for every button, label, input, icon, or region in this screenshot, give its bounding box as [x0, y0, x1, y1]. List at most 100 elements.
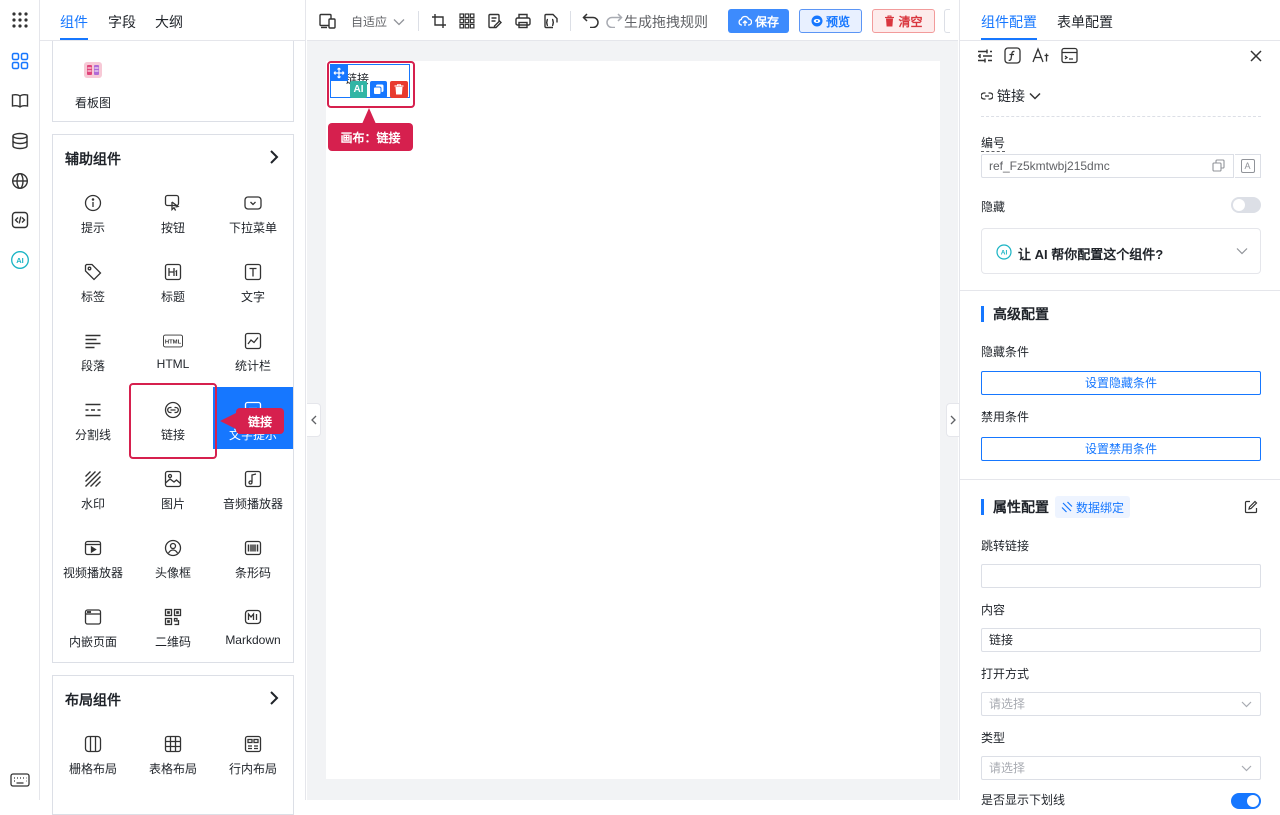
database-icon[interactable]: [9, 130, 31, 152]
text-style-icon[interactable]: [1032, 47, 1050, 64]
copy-icon[interactable]: [1212, 159, 1225, 172]
ai-config-button[interactable]: AI: [350, 81, 367, 98]
code-icon[interactable]: [9, 209, 31, 231]
iframe-icon: [83, 607, 103, 627]
id-input[interactable]: ref_Fz5kmtwbj215dmc: [981, 154, 1234, 178]
redo-icon[interactable]: [605, 12, 623, 28]
tab-outline[interactable]: 大纲: [155, 12, 183, 32]
editor-toolbar: 自适应 生成拖拽规则 保存 预览 清空: [307, 0, 958, 41]
component-barcode[interactable]: 条形码: [213, 525, 293, 587]
function-icon[interactable]: [1004, 47, 1021, 64]
set-hide-condition-button[interactable]: 设置隐藏条件: [981, 371, 1261, 395]
apps-grid-icon[interactable]: [9, 9, 31, 31]
id-format-button[interactable]: A: [1235, 154, 1261, 178]
chevron-right-icon[interactable]: [267, 690, 281, 706]
svg-text:HTML: HTML: [165, 339, 182, 345]
component-statistic[interactable]: 统计栏: [213, 318, 293, 380]
component-image[interactable]: 图片: [133, 456, 213, 518]
trash-icon: [885, 15, 895, 27]
ai-assistant-icon: AI: [996, 244, 1012, 260]
grid-layout-icon: [83, 734, 103, 754]
component-markdown[interactable]: Markdown: [213, 594, 293, 656]
chevron-right-icon[interactable]: [267, 149, 281, 165]
form-canvas[interactable]: 链接 AI 画布：链接: [326, 61, 940, 779]
table-layout-icon: [163, 734, 183, 754]
crop-icon[interactable]: [431, 13, 447, 29]
delete-icon[interactable]: [390, 81, 408, 98]
tab-fields[interactable]: 字段: [108, 12, 136, 32]
data-binding-label: 数据绑定: [1076, 500, 1125, 515]
chevron-down-icon: [1236, 247, 1248, 255]
url-label: 跳转链接: [981, 539, 1030, 553]
component-table-layout[interactable]: 表格布局: [133, 721, 213, 783]
tab-component-config[interactable]: 组件配置: [981, 12, 1037, 32]
component-iframe[interactable]: 内嵌页面: [53, 594, 133, 656]
generate-rules-button[interactable]: 生成拖拽规则: [624, 12, 708, 32]
terminal-icon[interactable]: [1061, 47, 1078, 64]
component-watermark[interactable]: 水印: [53, 456, 133, 518]
component-label: 栅格布局: [68, 762, 117, 776]
component-tag[interactable]: 标签: [53, 249, 133, 311]
component-qrcode[interactable]: 二维码: [133, 594, 213, 656]
component-type-label: 链接: [997, 88, 1025, 104]
component-heading[interactable]: 标题: [133, 249, 213, 311]
component-kanban[interactable]: 看板图: [53, 47, 133, 117]
component-grid-layout[interactable]: 栅格布局: [53, 721, 133, 783]
json-icon[interactable]: [543, 13, 559, 29]
component-divider[interactable]: 分割线: [53, 387, 133, 449]
underline-toggle[interactable]: [1231, 793, 1261, 809]
device-icon[interactable]: [319, 13, 337, 29]
component-inline-layout[interactable]: 行内布局: [213, 721, 293, 783]
data-binding-button[interactable]: 数据绑定: [1055, 496, 1131, 518]
edit-note-icon[interactable]: [487, 13, 503, 29]
collapse-left-handle[interactable]: [307, 403, 321, 437]
active-tab-underline: [60, 38, 88, 40]
component-paragraph[interactable]: 段落: [53, 318, 133, 380]
sliders-icon[interactable]: [977, 48, 993, 64]
edit-icon[interactable]: [1244, 500, 1258, 514]
hidden-toggle[interactable]: [1231, 197, 1261, 213]
copy-icon[interactable]: [370, 81, 387, 98]
set-disable-condition-button[interactable]: 设置禁用条件: [981, 437, 1261, 461]
section-divider: [960, 479, 1280, 480]
url-input[interactable]: [981, 564, 1261, 588]
component-html[interactable]: HTML HTML: [133, 318, 213, 380]
component-audio[interactable]: 音频播放器: [213, 456, 293, 518]
component-dropdown[interactable]: 下拉菜单: [213, 180, 293, 242]
drag-tooltip-arrow: [220, 413, 236, 429]
clear-button[interactable]: 清空: [872, 9, 935, 33]
component-text[interactable]: 文字: [213, 249, 293, 311]
book-icon[interactable]: [9, 90, 31, 112]
chevron-right-icon: [950, 415, 956, 425]
print-icon[interactable]: [515, 13, 531, 29]
tab-form-config[interactable]: 表单配置: [1057, 12, 1113, 32]
component-type-selector[interactable]: 链接: [981, 86, 1041, 106]
tab-components[interactable]: 组件: [60, 12, 88, 32]
component-info[interactable]: 提示: [53, 180, 133, 242]
open-mode-select[interactable]: 请选择: [981, 692, 1261, 716]
preview-button[interactable]: 预览: [799, 9, 862, 33]
keyboard-icon[interactable]: [9, 769, 31, 791]
globe-icon[interactable]: [9, 170, 31, 192]
move-handle-icon[interactable]: [330, 64, 348, 81]
save-button[interactable]: 保存: [728, 9, 789, 33]
grid-icon[interactable]: [459, 13, 475, 29]
component-video[interactable]: 视频播放器: [53, 525, 133, 587]
collapse-right-handle[interactable]: [946, 403, 959, 437]
left-tab-bar: 组件 字段 大纲: [40, 0, 306, 41]
hide-condition-label: 隐藏条件: [981, 345, 1030, 359]
device-mode-select[interactable]: 自适应: [351, 13, 405, 30]
type-select[interactable]: 请选择: [981, 756, 1261, 780]
avatar-icon: [163, 538, 183, 558]
canvas-label-tag: 画布：链接: [328, 123, 413, 151]
component-button[interactable]: 按钮: [133, 180, 213, 242]
component-label: 视频播放器: [62, 566, 123, 580]
component-avatar[interactable]: 头像框: [133, 525, 213, 587]
undo-icon[interactable]: [582, 12, 600, 28]
content-input[interactable]: 链接: [981, 628, 1261, 652]
component-label: 图片: [160, 497, 185, 511]
close-icon[interactable]: [1250, 50, 1262, 62]
ai-config-panel[interactable]: AI 让 AI 帮你配置这个组件?: [981, 228, 1261, 274]
ai-assistant-icon[interactable]: AI: [9, 249, 31, 271]
components-icon[interactable]: [9, 50, 31, 72]
